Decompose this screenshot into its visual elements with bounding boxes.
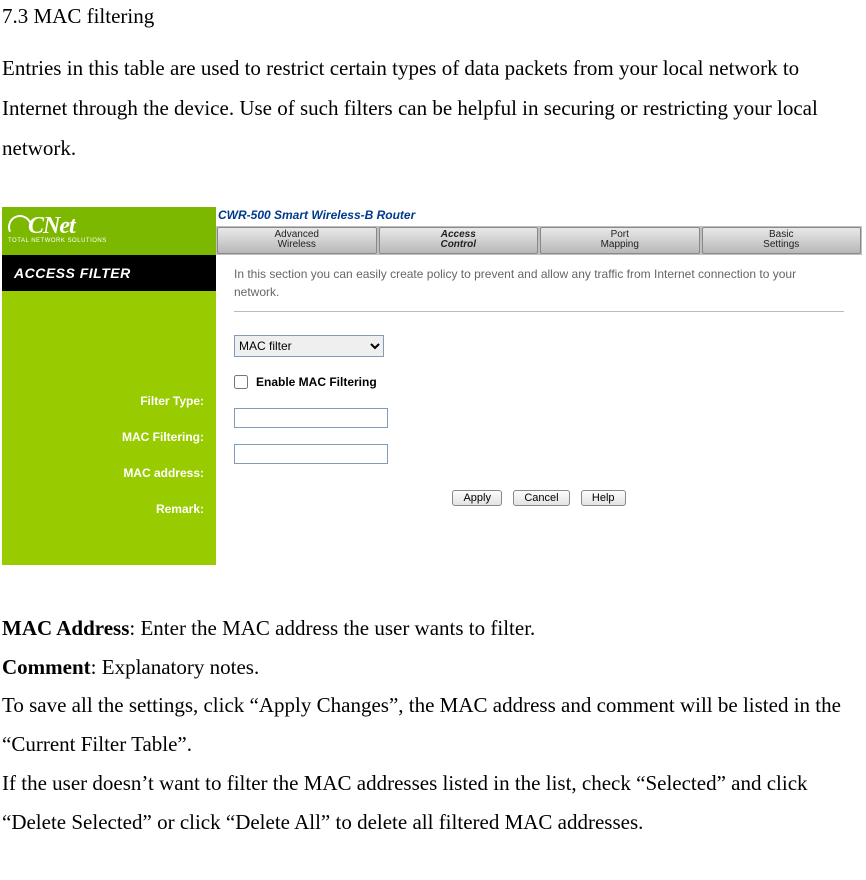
tab-access-control[interactable]: Access Control [379, 227, 539, 254]
cancel-button[interactable]: Cancel [513, 490, 569, 506]
label-mac-filtering: MAC Filtering: [2, 419, 216, 455]
tab-basic-settings[interactable]: Basic Settings [702, 227, 862, 254]
sidebar-heading: ACCESS FILTER [2, 255, 216, 291]
mac-address-input[interactable] [234, 408, 388, 428]
post-description: MAC Address: Enter the MAC address the u… [2, 609, 864, 842]
tab-label-bottom: Mapping [601, 240, 639, 251]
mac-address-def: : Enter the MAC address the user wants t… [129, 616, 535, 640]
brand-tagline: TOTAL NETWORK SOLUTIONS [8, 238, 216, 244]
enable-mac-filtering-label: Enable MAC Filtering [256, 375, 377, 389]
comment-def: : Explanatory notes. [91, 655, 260, 679]
tab-label-bottom: Settings [763, 240, 799, 251]
tab-label-bottom: Control [440, 240, 476, 251]
label-filter-type: Filter Type: [2, 383, 216, 419]
router-screenshot: CNet TOTAL NETWORK SOLUTIONS CWR-500 Sma… [2, 207, 862, 565]
save-instructions: To save all the settings, click “Apply C… [2, 686, 864, 764]
label-mac-address: MAC address: [2, 455, 216, 491]
brand-logo: CNet TOTAL NETWORK SOLUTIONS [2, 207, 216, 255]
brand-name: CNet [28, 213, 75, 239]
tab-advanced-wireless[interactable]: Advanced Wireless [217, 227, 377, 254]
apply-button[interactable]: Apply [452, 490, 502, 506]
tab-port-mapping[interactable]: Port Mapping [540, 227, 700, 254]
mac-address-term: MAC Address [2, 616, 129, 640]
filter-type-select[interactable]: MAC filter [234, 335, 384, 357]
label-remark: Remark: [2, 491, 216, 527]
section-heading: 7.3 MAC filtering [2, 4, 864, 29]
help-button[interactable]: Help [581, 490, 626, 506]
divider [234, 311, 844, 312]
remark-input[interactable] [234, 444, 388, 464]
section-description: In this section you can easily create po… [234, 265, 844, 301]
tab-bar: Advanced Wireless Access Control Port Ma… [216, 226, 862, 255]
button-row: Apply Cancel Help [234, 472, 844, 512]
enable-mac-filtering-checkbox[interactable] [234, 375, 248, 389]
sidebar: ACCESS FILTER Filter Type: MAC Filtering… [2, 255, 216, 565]
delete-instructions: If the user doesn’t want to filter the M… [2, 764, 864, 842]
router-title: CWR-500 Smart Wireless-B Router [216, 207, 862, 226]
tab-label-bottom: Wireless [278, 240, 316, 251]
comment-term: Comment [2, 655, 91, 679]
intro-paragraph: Entries in this table are used to restri… [2, 49, 864, 169]
